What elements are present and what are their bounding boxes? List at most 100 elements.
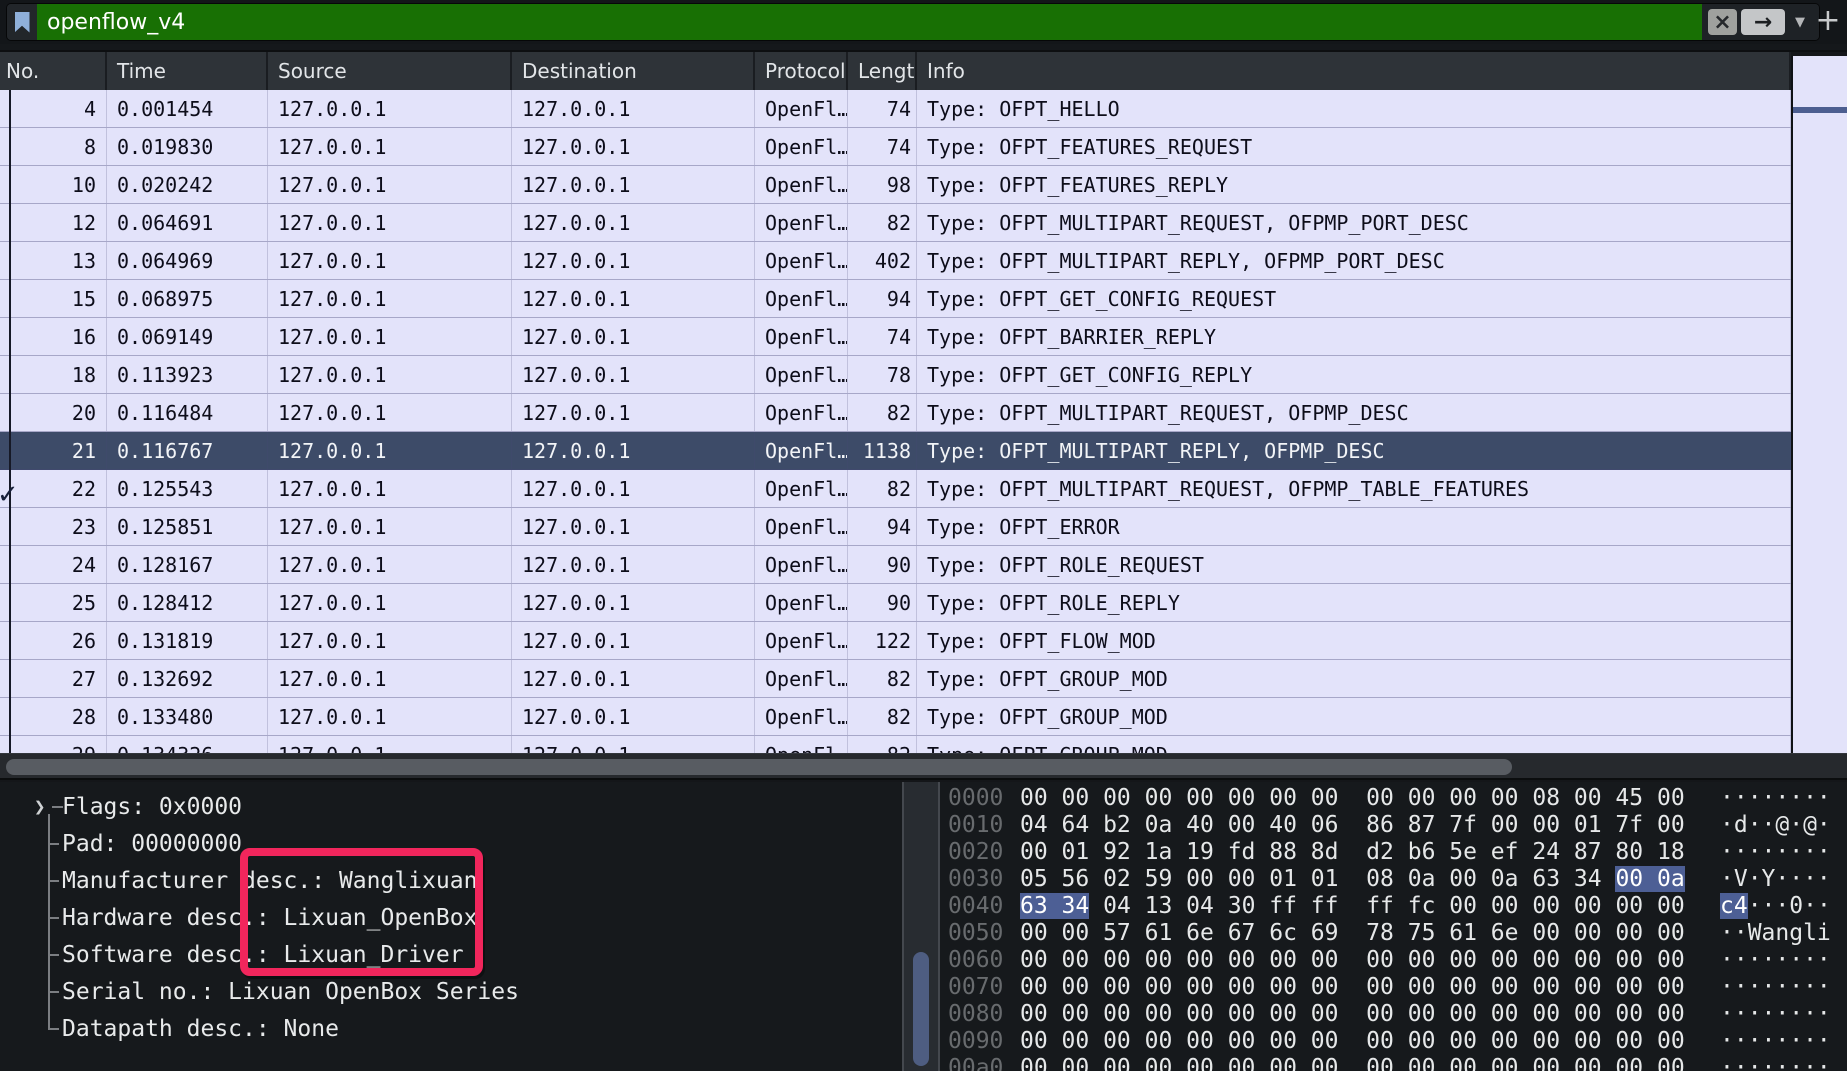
cell-proto: OpenFl… (755, 470, 848, 507)
column-header-no[interactable]: No. (0, 52, 107, 90)
cell-dst: 127.0.0.1 (512, 432, 755, 469)
cell-proto: OpenFl… (755, 280, 848, 317)
related-packets-line (9, 90, 11, 753)
hex-row[interactable]: 003005 56 02 59 00 00 01 01 08 0a 00 0a … (940, 866, 1847, 893)
packet-row[interactable]: 230.125851127.0.0.1127.0.0.1OpenFl…94Typ… (0, 508, 1791, 546)
hex-row[interactable]: 004063 34 04 13 04 30 ff ff ff fc 00 00 … (940, 893, 1847, 920)
packet-row[interactable]: 180.113923127.0.0.1127.0.0.1OpenFl…78Typ… (0, 356, 1791, 394)
detail-item[interactable]: Flags: 0x0000 (62, 788, 242, 825)
cell-info: Type: OFPT_GROUP_MOD (917, 660, 1791, 697)
packet-list-rows: ✓ 40.001454127.0.0.1127.0.0.1OpenFl…74Ty… (0, 90, 1791, 753)
hex-ascii: ········ (1720, 785, 1831, 812)
hex-bytes: 63 34 04 13 04 30 ff ff ff fc 00 00 00 0… (1020, 893, 1720, 920)
cell-info: Type: OFPT_MULTIPART_REPLY, OFPMP_PORT_D… (917, 242, 1791, 279)
cell-time: 0.134326 (107, 736, 268, 753)
cell-dst: 127.0.0.1 (512, 508, 755, 545)
column-header-source[interactable]: Source (268, 52, 512, 90)
cell-proto: OpenFl… (755, 128, 848, 165)
hex-row[interactable]: 006000 00 00 00 00 00 00 00 00 00 00 00 … (940, 947, 1847, 974)
cell-proto: OpenFl… (755, 356, 848, 393)
packet-row[interactable]: 280.133480127.0.0.1127.0.0.1OpenFl…82Typ… (0, 698, 1791, 736)
cell-info: Type: OFPT_FEATURES_REQUEST (917, 128, 1791, 165)
detail-item[interactable]: Serial no.: Lixuan OpenBox Series (62, 973, 519, 1010)
hex-row[interactable]: 00a000 00 00 00 00 00 00 00 00 00 00 00 … (940, 1055, 1847, 1071)
packet-row[interactable]: 130.064969127.0.0.1127.0.0.1OpenFl…402Ty… (0, 242, 1791, 280)
hex-row[interactable]: 007000 00 00 00 00 00 00 00 00 00 00 00 … (940, 974, 1847, 1001)
cell-proto: OpenFl… (755, 508, 848, 545)
cell-info: Type: OFPT_FEATURES_REPLY (917, 166, 1791, 203)
close-icon: × (1713, 10, 1731, 35)
filter-history-dropdown[interactable]: ▼ (1789, 9, 1811, 35)
packet-row[interactable]: 270.132692127.0.0.1127.0.0.1OpenFl…82Typ… (0, 660, 1791, 698)
packet-row[interactable]: 80.019830127.0.0.1127.0.0.1OpenFl…74Type… (0, 128, 1791, 166)
detail-item[interactable]: Pad: 00000000 (62, 825, 242, 862)
packet-row[interactable]: 290.134326127.0.0.1127.0.0.1OpenFl…82Typ… (0, 736, 1791, 753)
scrollbar-selected-marker (1793, 107, 1847, 113)
packet-row[interactable]: 260.131819127.0.0.1127.0.0.1OpenFl…122Ty… (0, 622, 1791, 660)
filter-text: openflow_v4 (47, 10, 185, 35)
hex-selection-highlight: 63 34 (1020, 893, 1089, 919)
display-filter-input[interactable]: openflow_v4 (37, 4, 1702, 40)
packet-row[interactable]: 200.116484127.0.0.1127.0.0.1OpenFl…82Typ… (0, 394, 1791, 432)
column-header-time[interactable]: Time (107, 52, 268, 90)
detail-scroll-thumb[interactable] (913, 952, 929, 1066)
cell-proto: OpenFl… (755, 318, 848, 355)
hex-offset: 0060 (940, 947, 1020, 974)
cell-len: 82 (848, 736, 917, 753)
hex-row[interactable]: 002000 01 92 1a 19 fd 88 8d d2 b6 5e ef … (940, 839, 1847, 866)
detail-item[interactable]: Datapath desc.: None (62, 1010, 339, 1047)
packet-row-selected[interactable]: 210.116767127.0.0.1127.0.0.1OpenFl…1138T… (0, 432, 1791, 470)
packet-list-vertical-scrollbar[interactable] (1791, 56, 1847, 753)
hex-row[interactable]: 001004 64 b2 0a 40 00 40 06 86 87 7f 00 … (940, 812, 1847, 839)
hex-offset: 0010 (940, 812, 1020, 839)
packet-row[interactable]: 250.128412127.0.0.1127.0.0.1OpenFl…90Typ… (0, 584, 1791, 622)
hex-bytes: 00 00 00 00 00 00 00 00 00 00 00 00 08 0… (1020, 785, 1720, 812)
column-header-lengt[interactable]: Lengt (848, 52, 917, 90)
cell-no: 16 (0, 318, 107, 355)
cell-len: 82 (848, 698, 917, 735)
cell-len: 1138 (848, 432, 917, 469)
cell-src: 127.0.0.1 (268, 470, 512, 507)
cell-proto: OpenFl… (755, 622, 848, 659)
hex-offset: 00a0 (940, 1055, 1020, 1071)
packet-row[interactable]: 240.128167127.0.0.1127.0.0.1OpenFl…90Typ… (0, 546, 1791, 584)
packet-row[interactable]: 150.068975127.0.0.1127.0.0.1OpenFl…94Typ… (0, 280, 1791, 318)
cell-dst: 127.0.0.1 (512, 660, 755, 697)
column-header-protocol[interactable]: Protocol (755, 52, 848, 90)
cell-dst: 127.0.0.1 (512, 204, 755, 241)
hex-offset: 0090 (940, 1028, 1020, 1055)
cell-dst: 127.0.0.1 (512, 546, 755, 583)
filter-buttons: × → ▼ (1702, 4, 1819, 40)
cell-len: 402 (848, 242, 917, 279)
packet-row[interactable]: 220.125543127.0.0.1127.0.0.1OpenFl…82Typ… (0, 470, 1791, 508)
packet-row[interactable]: 160.069149127.0.0.1127.0.0.1OpenFl…74Typ… (0, 318, 1791, 356)
cell-time: 0.019830 (107, 128, 268, 165)
hex-row[interactable]: 000000 00 00 00 00 00 00 00 00 00 00 00 … (940, 785, 1847, 812)
clear-filter-button[interactable]: × (1708, 9, 1737, 35)
cell-time: 0.068975 (107, 280, 268, 317)
cell-no: 28 (0, 698, 107, 735)
bookmark-icon (15, 12, 30, 33)
apply-filter-button[interactable]: → (1741, 9, 1785, 35)
column-header-info[interactable]: Info (917, 52, 1791, 90)
expand-chevron-icon[interactable]: ❯ (34, 788, 54, 825)
hex-row[interactable]: 009000 00 00 00 00 00 00 00 00 00 00 00 … (940, 1028, 1847, 1055)
hex-row[interactable]: 005000 00 57 61 6e 67 6c 69 78 75 61 6e … (940, 920, 1847, 947)
packet-row[interactable]: 100.020242127.0.0.1127.0.0.1OpenFl…98Typ… (0, 166, 1791, 204)
hex-row[interactable]: 008000 00 00 00 00 00 00 00 00 00 00 00 … (940, 1001, 1847, 1028)
cell-dst: 127.0.0.1 (512, 280, 755, 317)
packet-list-horizontal-scrollbar[interactable] (0, 753, 1847, 780)
column-header-destination[interactable]: Destination (512, 52, 755, 90)
cell-dst: 127.0.0.1 (512, 698, 755, 735)
packet-bytes-pane: 000000 00 00 00 00 00 00 00 00 00 00 00 … (940, 782, 1847, 1071)
cell-dst: 127.0.0.1 (512, 736, 755, 753)
hex-bytes: 00 01 92 1a 19 fd 88 8d d2 b6 5e ef 24 8… (1020, 839, 1720, 866)
detail-pane-scrollbar[interactable] (902, 782, 940, 1071)
horizontal-scroll-thumb[interactable] (6, 759, 1512, 775)
hex-selection-highlight: 00 0a (1615, 866, 1684, 892)
add-filter-button[interactable]: + (1813, 6, 1843, 38)
filter-bookmark-button[interactable] (7, 4, 37, 40)
packet-row[interactable]: 40.001454127.0.0.1127.0.0.1OpenFl…74Type… (0, 90, 1791, 128)
cell-len: 74 (848, 90, 917, 127)
packet-row[interactable]: 120.064691127.0.0.1127.0.0.1OpenFl…82Typ… (0, 204, 1791, 242)
